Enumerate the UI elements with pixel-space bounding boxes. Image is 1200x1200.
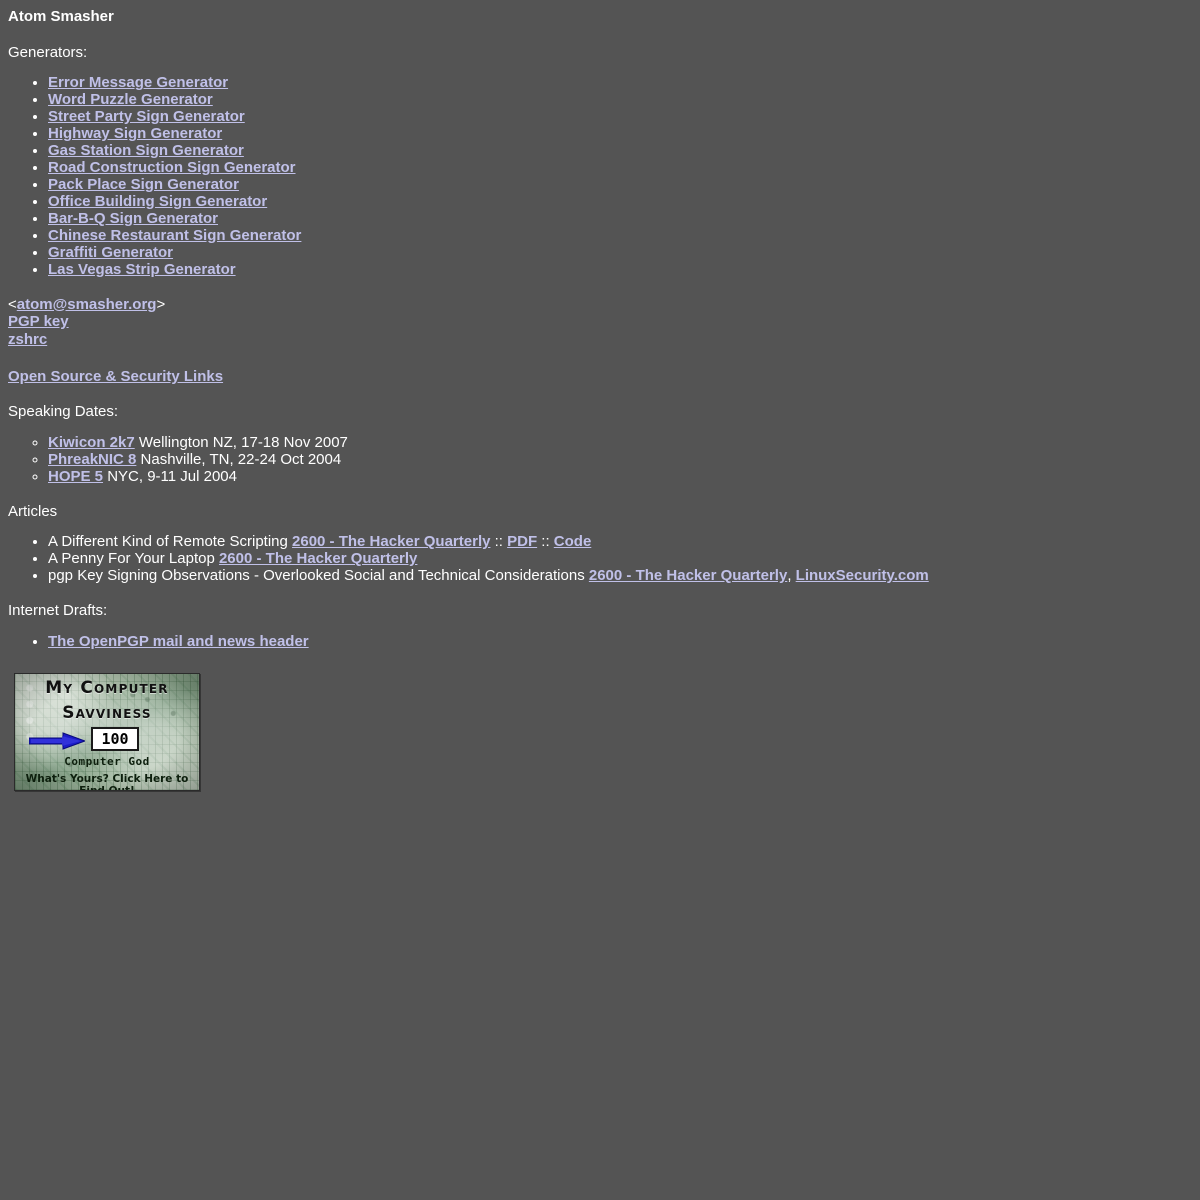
savviness-rank: Computer God bbox=[64, 754, 150, 768]
list-item: Kiwicon 2k7 Wellington NZ, 17-18 Nov 200… bbox=[48, 433, 1192, 452]
list-item: A Penny For Your Laptop 2600 - The Hacke… bbox=[48, 550, 1192, 568]
article-link-2600[interactable]: 2600 - The Hacker Quarterly bbox=[219, 550, 417, 567]
generator-link-office-building-sign[interactable]: Office Building Sign Generator bbox=[48, 193, 267, 210]
internet-drafts-list: The OpenPGP mail and news header bbox=[8, 633, 1192, 651]
speaking-dates-list: Kiwicon 2k7 Wellington NZ, 17-18 Nov 200… bbox=[8, 433, 1192, 486]
speaking-link-phreaknic-8[interactable]: PhreakNIC 8 bbox=[48, 451, 136, 468]
email-link[interactable]: atom@smasher.org bbox=[17, 296, 157, 313]
open-source-security-links-link[interactable]: Open Source & Security Links bbox=[8, 368, 223, 385]
zshrc-link[interactable]: zshrc bbox=[8, 331, 47, 348]
generator-link-chinese-restaurant-sign[interactable]: Chinese Restaurant Sign Generator bbox=[48, 227, 301, 244]
article-link-2600[interactable]: 2600 - The Hacker Quarterly bbox=[589, 567, 787, 584]
generator-link-street-party-sign[interactable]: Street Party Sign Generator bbox=[48, 108, 245, 125]
draft-link-openpgp-header[interactable]: The OpenPGP mail and news header bbox=[48, 633, 309, 650]
list-item: The OpenPGP mail and news header bbox=[48, 633, 1192, 651]
generators-list: Error Message Generator Word Puzzle Gene… bbox=[8, 74, 1192, 279]
generator-link-pack-place-sign[interactable]: Pack Place Sign Generator bbox=[48, 176, 239, 193]
article-title: A Penny For Your Laptop bbox=[48, 550, 219, 568]
speaking-detail: NYC, 9-11 Jul 2004 bbox=[103, 467, 237, 485]
page-root: Atom Smasher Generators: Error Message G… bbox=[0, 0, 1200, 799]
zshrc-line: zshrc bbox=[8, 331, 1192, 349]
generator-link-bar-b-q-sign[interactable]: Bar-B-Q Sign Generator bbox=[48, 210, 218, 227]
email-line: <atom@smasher.org> bbox=[8, 296, 1192, 314]
list-item: Bar-B-Q Sign Generator bbox=[48, 210, 1192, 228]
savviness-score: 100 bbox=[91, 726, 139, 751]
article-title: pgp Key Signing Observations - Overlooke… bbox=[48, 567, 589, 585]
speaking-link-hope-5[interactable]: HOPE 5 bbox=[48, 468, 103, 485]
list-item: Gas Station Sign Generator bbox=[48, 142, 1192, 160]
list-item: Pack Place Sign Generator bbox=[48, 176, 1192, 194]
list-item: Word Puzzle Generator bbox=[48, 91, 1192, 109]
list-item: PhreakNIC 8 Nashville, TN, 22-24 Oct 200… bbox=[48, 450, 1192, 469]
article-separator: :: bbox=[537, 533, 554, 551]
list-item: Graffiti Generator bbox=[48, 244, 1192, 262]
list-item: HOPE 5 NYC, 9-11 Jul 2004 bbox=[48, 467, 1192, 486]
article-link-pdf[interactable]: PDF bbox=[507, 533, 537, 550]
page-title: Atom Smasher bbox=[8, 8, 114, 25]
list-item: Office Building Sign Generator bbox=[48, 193, 1192, 211]
article-separator: , bbox=[787, 567, 796, 585]
speaking-detail: Wellington NZ, 17-18 Nov 2007 bbox=[134, 433, 348, 451]
articles-heading: Articles bbox=[8, 502, 58, 520]
list-item: Road Construction Sign Generator bbox=[48, 159, 1192, 177]
list-item: Highway Sign Generator bbox=[48, 125, 1192, 143]
generator-link-graffiti[interactable]: Graffiti Generator bbox=[48, 244, 173, 261]
generator-link-error-message[interactable]: Error Message Generator bbox=[48, 74, 228, 91]
generator-link-word-puzzle[interactable]: Word Puzzle Generator bbox=[48, 91, 213, 108]
list-item: Street Party Sign Generator bbox=[48, 108, 1192, 126]
angle-bracket-close: > bbox=[156, 295, 166, 313]
list-item: Las Vegas Strip Generator bbox=[48, 261, 1192, 279]
contact-block: <atom@smasher.org> PGP key zshrc bbox=[8, 296, 1192, 349]
arrow-right-icon bbox=[29, 731, 85, 750]
banner-line-1: My Computer bbox=[45, 677, 169, 698]
speaking-link-kiwicon-2k7[interactable]: Kiwicon 2k7 bbox=[48, 434, 135, 451]
banner-cta-text: What's Yours? Click Here to Find Out! bbox=[25, 772, 189, 790]
generator-link-gas-station-sign[interactable]: Gas Station Sign Generator bbox=[48, 142, 244, 159]
speaking-dates-heading: Speaking Dates: bbox=[8, 403, 119, 421]
article-link-2600[interactable]: 2600 - The Hacker Quarterly bbox=[292, 533, 490, 550]
article-title: A Different Kind of Remote Scripting bbox=[48, 533, 293, 551]
my-computer-savviness-badge[interactable]: My Computer Savviness 100 Computer God W… bbox=[14, 672, 200, 791]
list-item: A Different Kind of Remote Scripting 260… bbox=[48, 533, 1192, 551]
banner-line-2: Savviness bbox=[62, 702, 152, 723]
generator-link-road-construction-sign[interactable]: Road Construction Sign Generator bbox=[48, 159, 296, 176]
banner-wrap: My Computer Savviness 100 Computer God W… bbox=[8, 672, 1192, 791]
pgp-key-link[interactable]: PGP key bbox=[8, 313, 69, 330]
speaking-detail: Nashville, TN, 22-24 Oct 2004 bbox=[136, 450, 342, 468]
list-item: pgp Key Signing Observations - Overlooke… bbox=[48, 567, 1192, 585]
generators-heading: Generators: bbox=[8, 43, 88, 61]
article-separator: :: bbox=[490, 533, 508, 551]
generator-link-las-vegas-strip[interactable]: Las Vegas Strip Generator bbox=[48, 261, 236, 278]
article-link-code[interactable]: Code bbox=[554, 533, 592, 550]
article-link-linuxsecurity[interactable]: LinuxSecurity.com bbox=[796, 567, 929, 584]
articles-list: A Different Kind of Remote Scripting 260… bbox=[8, 533, 1192, 585]
internet-drafts-heading: Internet Drafts: bbox=[8, 602, 108, 620]
list-item: Chinese Restaurant Sign Generator bbox=[48, 227, 1192, 245]
pgp-key-line: PGP key bbox=[8, 313, 1192, 331]
list-item: Error Message Generator bbox=[48, 74, 1192, 92]
angle-bracket-open: < bbox=[8, 295, 17, 313]
generator-link-highway-sign[interactable]: Highway Sign Generator bbox=[48, 125, 222, 142]
open-source-security-links-heading: Open Source & Security Links bbox=[8, 368, 1192, 386]
